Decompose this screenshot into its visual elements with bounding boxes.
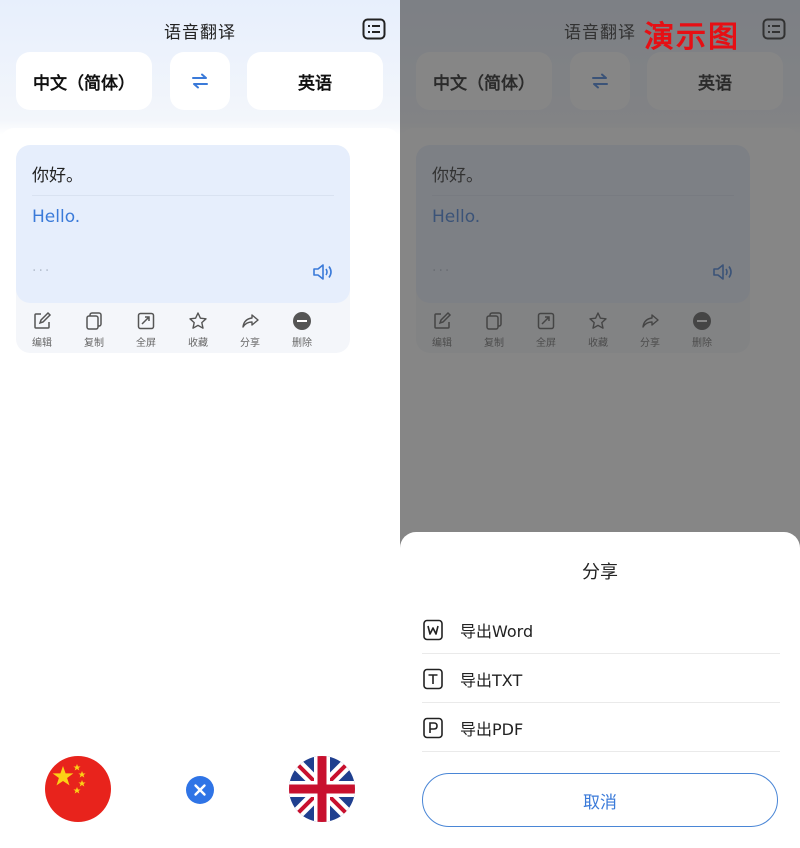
uk-flag-mic-button[interactable] xyxy=(289,756,355,822)
swap-arrows-icon xyxy=(192,73,208,89)
source-language-button[interactable]: 中文（简体） xyxy=(16,52,152,110)
divider xyxy=(32,195,334,196)
china-flag-mic-button[interactable] xyxy=(45,756,111,822)
txt-file-icon xyxy=(423,668,443,689)
edit-button[interactable]: 编辑 xyxy=(16,305,68,353)
fullscreen-label: 全屏 xyxy=(136,338,156,349)
star-icon xyxy=(189,312,207,329)
share-sheet-title: 分享 xyxy=(582,562,618,583)
source-text[interactable]: 你好。 xyxy=(32,161,83,186)
app-title: 语音翻译 xyxy=(164,23,236,43)
copy-icon xyxy=(86,312,102,330)
swap-languages-button[interactable] xyxy=(170,52,230,110)
favorite-button[interactable]: 收藏 xyxy=(172,305,224,353)
delete-label: 删除 xyxy=(292,338,312,349)
export-pdf-label: 导出PDF xyxy=(460,719,524,739)
translate-screen-right: 语音翻译 中文（简体） 英语 你好。 Hello. ··· xyxy=(400,0,800,848)
translated-text[interactable]: Hello. xyxy=(32,207,80,227)
share-sheet: 分享 导出Word 导出TXT 导出PDF 取消 xyxy=(400,532,800,848)
fullscreen-icon xyxy=(137,312,155,330)
share-button[interactable]: 分享 xyxy=(224,305,276,353)
watermark-text: 演示图 xyxy=(644,20,740,55)
word-file-icon xyxy=(423,619,443,640)
edit-label: 编辑 xyxy=(32,338,52,349)
copy-label: 复制 xyxy=(84,338,104,349)
history-list-icon[interactable] xyxy=(362,18,386,40)
translation-card: 你好。 Hello. ··· 编辑 复制 全屏 xyxy=(16,145,350,353)
more-dots[interactable]: ··· xyxy=(32,263,51,279)
favorite-label: 收藏 xyxy=(188,338,208,349)
translate-screen-left: 语音翻译 中文（简体） 英语 你好。 Hello. ··· 编辑 复制 全屏 收… xyxy=(0,0,400,848)
speaker-icon[interactable] xyxy=(312,263,334,281)
translation-card-body: 你好。 Hello. ··· xyxy=(16,145,350,303)
share-label: 分享 xyxy=(240,338,260,349)
copy-button[interactable]: 复制 xyxy=(68,305,120,353)
top-bar: 语音翻译 xyxy=(0,0,400,58)
delete-button[interactable]: 删除 xyxy=(276,305,328,353)
export-txt-label: 导出TXT xyxy=(460,670,523,690)
separator xyxy=(422,751,780,752)
export-word-label: 导出Word xyxy=(460,621,534,641)
pdf-file-icon xyxy=(423,717,443,738)
export-pdf-option[interactable]: 导出PDF xyxy=(422,703,780,752)
delete-icon xyxy=(293,312,311,330)
share-icon xyxy=(242,314,259,328)
export-txt-option[interactable]: 导出TXT xyxy=(422,654,780,703)
edit-icon xyxy=(34,311,52,329)
close-icon[interactable] xyxy=(186,776,214,804)
cancel-button[interactable]: 取消 xyxy=(422,773,778,827)
fullscreen-button[interactable]: 全屏 xyxy=(120,305,172,353)
card-toolbar: 编辑 复制 全屏 收藏 分享 删除 xyxy=(16,305,350,353)
export-word-option[interactable]: 导出Word xyxy=(422,605,780,654)
target-language-button[interactable]: 英语 xyxy=(247,52,383,110)
